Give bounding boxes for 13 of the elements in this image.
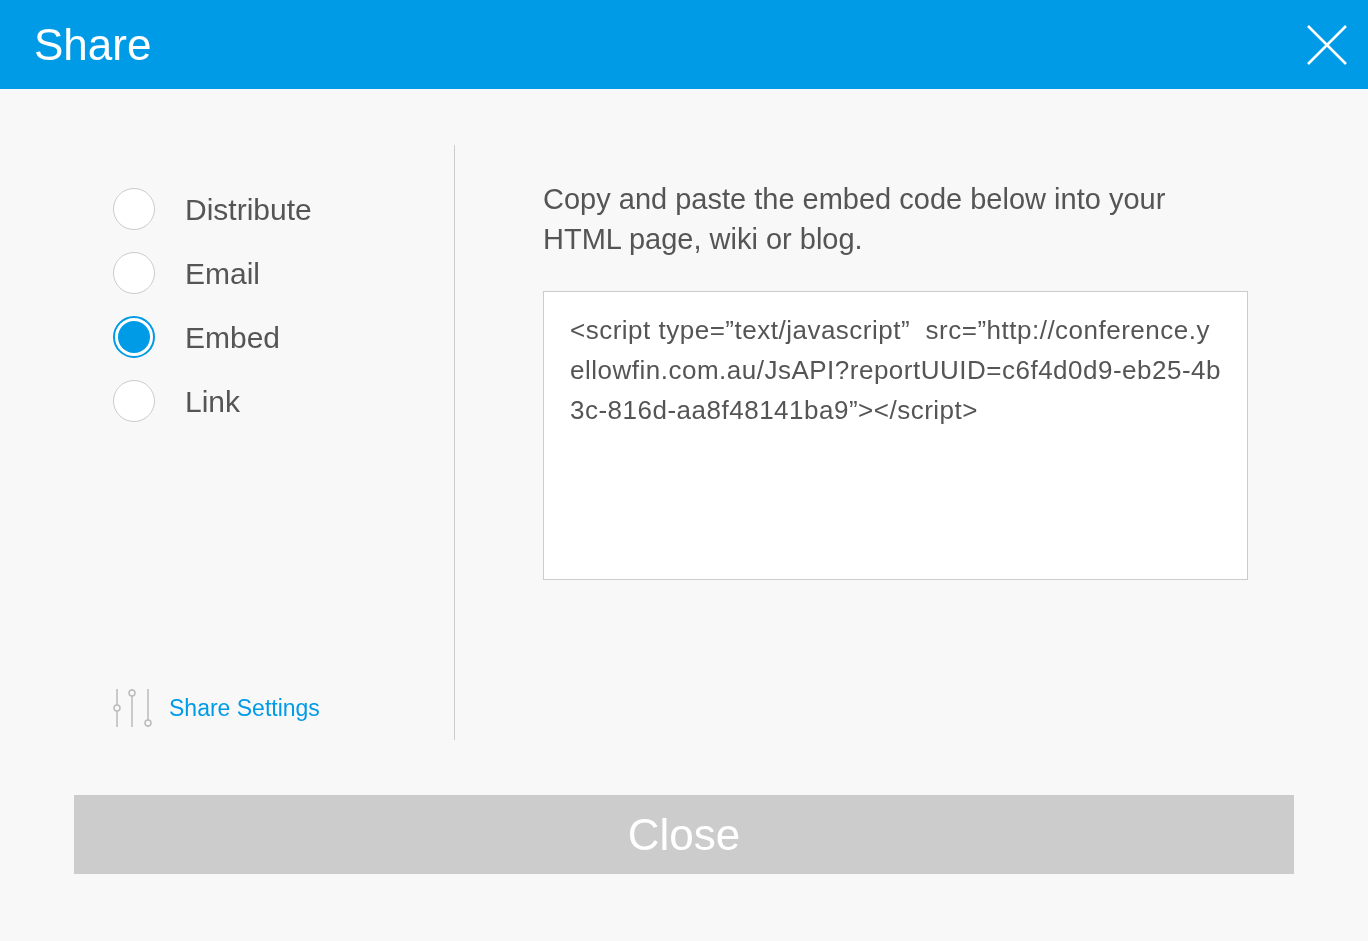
option-label[interactable]: Email [185, 250, 260, 296]
option-label[interactable]: Embed [185, 314, 281, 360]
radio-button[interactable] [113, 380, 155, 422]
sliders-icon[interactable] [113, 688, 153, 728]
dialog-title: Share [34, 18, 152, 71]
option-label[interactable]: Link [185, 378, 241, 424]
close-icon[interactable] [1306, 23, 1348, 66]
radio-button[interactable] [113, 252, 155, 294]
radio-button[interactable] [113, 188, 155, 230]
instruction-text: Copy and paste the embed code below into your HTML page, wiki or blog. [543, 182, 1167, 257]
option-label[interactable]: Distribute [185, 186, 312, 232]
embed-code-field[interactable]: <script type=”text/javascript” src=”http://conference.yellowfin.com.au/JsAPI?reportUUID=c6f4d0d9-eb25-4b3c-816d-aa8f48141ba9”></script> [543, 291, 1248, 580]
radio-button[interactable] [113, 316, 155, 358]
